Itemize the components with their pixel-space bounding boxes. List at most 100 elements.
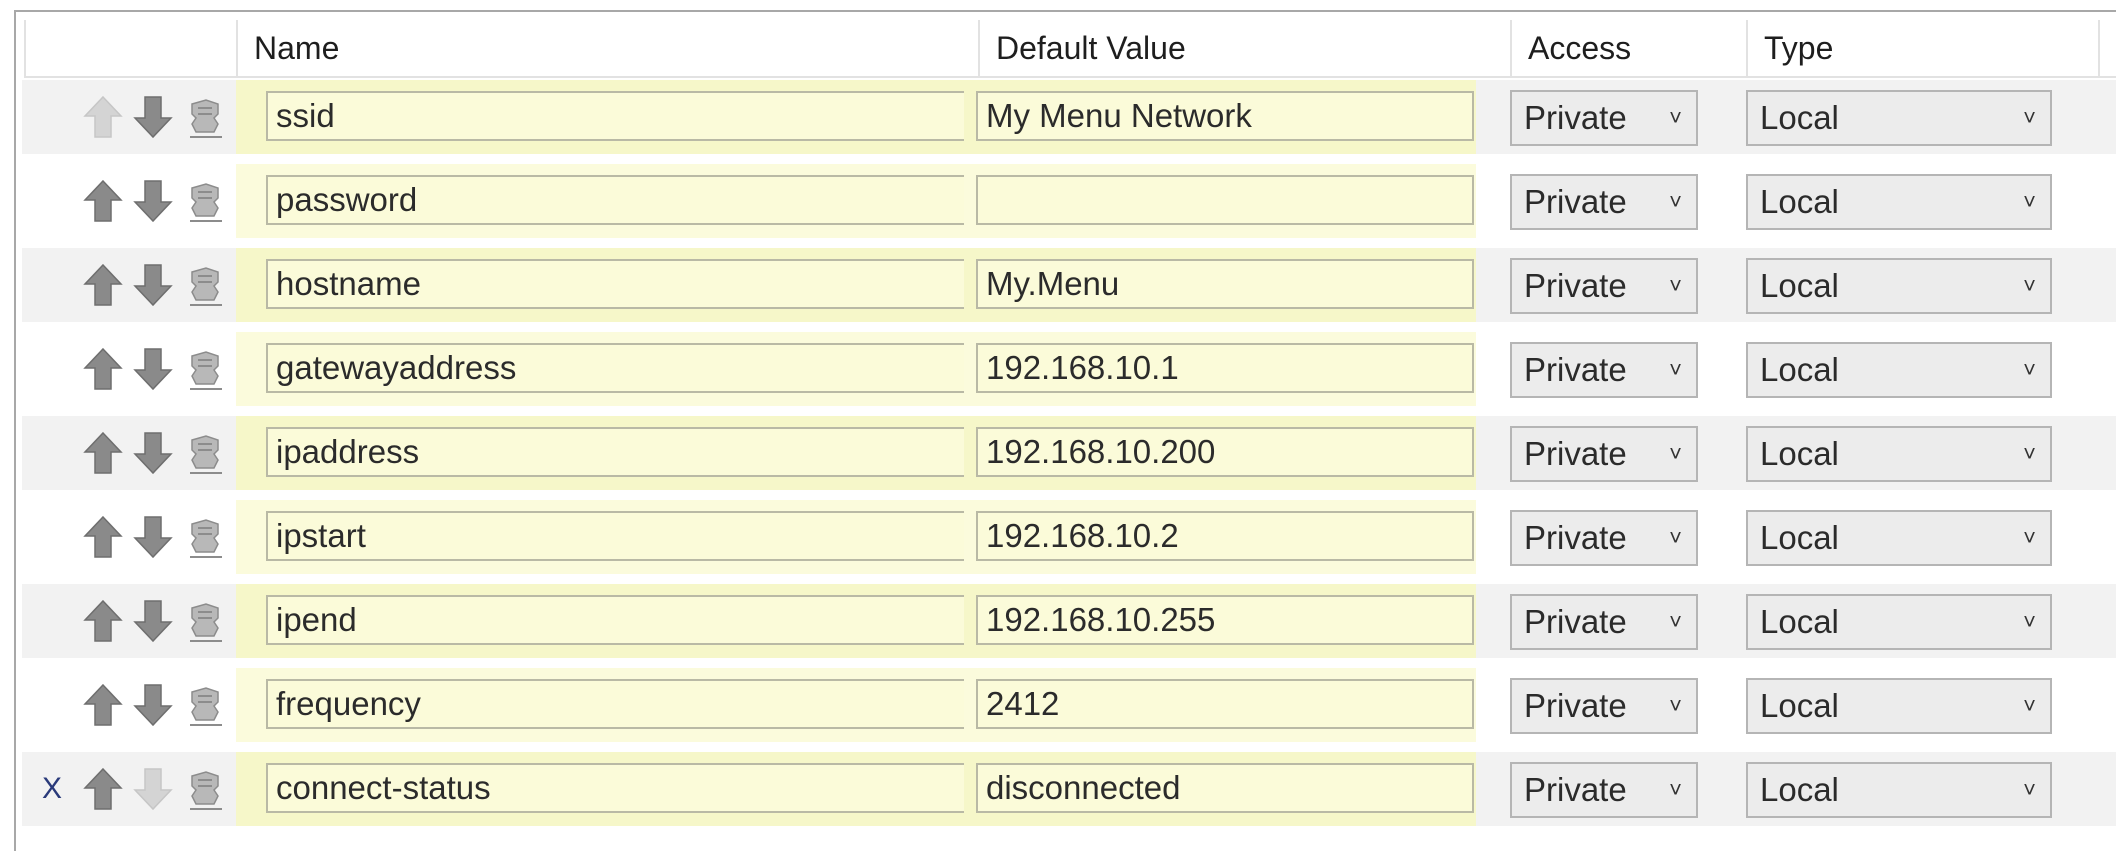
name-input[interactable]: ipend [266,595,964,645]
table-row: Xconnect-status disconnected Private ˅ Local… [22,752,2116,826]
default-value-input[interactable]: 2412 [976,679,1474,729]
type-select[interactable]: Local ˅ [1746,678,2052,734]
arrow-down-icon[interactable] [132,766,174,812]
remove-item-icon[interactable] [184,598,226,644]
chevron-down-icon: ˅ [2023,273,2036,298]
default-value-input[interactable]: 192.168.10.2 [976,511,1474,561]
table-header: Name Default Value Access Type [24,20,2116,78]
arrow-up-icon[interactable] [82,430,124,476]
arrow-up-icon[interactable] [82,178,124,224]
chevron-down-icon: ˅ [2023,441,2036,466]
chevron-down-icon: ˅ [1669,777,1682,802]
table-row: ssid My Menu Network Private ˅ Local ˅ [22,80,2116,154]
access-select-value: Private [1524,687,1627,724]
arrow-up-icon[interactable] [82,94,124,140]
chevron-down-icon: ˅ [1669,189,1682,214]
chevron-down-icon: ˅ [1669,273,1682,298]
type-select[interactable]: Local ˅ [1746,258,2052,314]
table-row: password Private ˅ Local ˅ [22,164,2116,238]
arrow-up-icon[interactable] [82,598,124,644]
arrow-up-icon[interactable] [82,766,124,812]
type-select[interactable]: Local ˅ [1746,90,2052,146]
access-select[interactable]: Private ˅ [1510,174,1698,230]
column-header-type[interactable]: Type [1748,20,2098,76]
access-select-value: Private [1524,603,1627,640]
type-select[interactable]: Local ˅ [1746,426,2052,482]
name-input[interactable]: ssid [266,91,964,141]
arrow-down-icon[interactable] [132,346,174,392]
default-value-input[interactable]: My Menu Network [976,91,1474,141]
name-input[interactable]: ipaddress [266,427,964,477]
access-select[interactable]: Private ˅ [1510,762,1698,818]
name-input[interactable]: gatewayaddress [266,343,964,393]
name-input[interactable]: hostname [266,259,964,309]
remove-item-icon[interactable] [184,346,226,392]
access-select-value: Private [1524,771,1627,808]
type-select-value: Local [1760,183,1839,220]
default-value-input[interactable]: 192.168.10.255 [976,595,1474,645]
table-row: ipaddress 192.168.10.200 Private ˅ Local ˅ [22,416,2116,490]
access-select[interactable]: Private ˅ [1510,594,1698,650]
name-input[interactable]: connect-status [266,763,964,813]
access-select-value: Private [1524,99,1627,136]
remove-item-icon[interactable] [184,262,226,308]
type-select[interactable]: Local ˅ [1746,762,2052,818]
arrow-up-icon[interactable] [82,682,124,728]
type-select-value: Local [1760,771,1839,808]
type-select[interactable]: Local ˅ [1746,342,2052,398]
header-separator [24,20,26,76]
remove-item-icon[interactable] [184,94,226,140]
access-select-value: Private [1524,351,1627,388]
arrow-down-icon[interactable] [132,514,174,560]
remove-item-icon[interactable] [184,430,226,476]
variables-editor: Name Default Value Access Type ssid My Me… [0,0,2116,851]
chevron-down-icon: ˅ [1669,525,1682,550]
arrow-up-icon[interactable] [82,346,124,392]
type-select[interactable]: Local ˅ [1746,594,2052,650]
type-select[interactable]: Local ˅ [1746,174,2052,230]
access-select-value: Private [1524,519,1627,556]
name-input[interactable]: password [266,175,964,225]
arrow-down-icon[interactable] [132,430,174,476]
remove-item-icon[interactable] [184,682,226,728]
access-select-value: Private [1524,183,1627,220]
arrow-up-icon[interactable] [82,262,124,308]
default-value-input[interactable]: 192.168.10.1 [976,343,1474,393]
arrow-down-icon[interactable] [132,598,174,644]
type-select-value: Local [1760,687,1839,724]
access-select[interactable]: Private ˅ [1510,342,1698,398]
access-select-value: Private [1524,267,1627,304]
chevron-down-icon: ˅ [2023,525,2036,550]
arrow-up-icon[interactable] [82,514,124,560]
access-select[interactable]: Private ˅ [1510,510,1698,566]
delete-row-x[interactable]: X [42,766,62,812]
access-select[interactable]: Private ˅ [1510,426,1698,482]
remove-item-icon[interactable] [184,766,226,812]
arrow-down-icon[interactable] [132,262,174,308]
type-select-value: Local [1760,267,1839,304]
arrow-down-icon[interactable] [132,682,174,728]
default-value-input[interactable] [976,175,1474,225]
name-input[interactable]: ipstart [266,511,964,561]
remove-item-icon[interactable] [184,178,226,224]
access-select[interactable]: Private ˅ [1510,90,1698,146]
access-select-value: Private [1524,435,1627,472]
access-select[interactable]: Private ˅ [1510,678,1698,734]
chevron-down-icon: ˅ [2023,609,2036,634]
column-header-default-value[interactable]: Default Value [980,20,1510,76]
header-separator [2098,20,2100,76]
remove-item-icon[interactable] [184,514,226,560]
arrow-down-icon[interactable] [132,94,174,140]
column-header-access[interactable]: Access [1512,20,1746,76]
chevron-down-icon: ˅ [2023,777,2036,802]
name-input[interactable]: frequency [266,679,964,729]
column-header-name[interactable]: Name [238,20,978,76]
access-select[interactable]: Private ˅ [1510,258,1698,314]
default-value-input[interactable]: 192.168.10.200 [976,427,1474,477]
default-value-input[interactable]: disconnected [976,763,1474,813]
type-select[interactable]: Local ˅ [1746,510,2052,566]
default-value-input[interactable]: My.Menu [976,259,1474,309]
type-select-value: Local [1760,603,1839,640]
arrow-down-icon[interactable] [132,178,174,224]
chevron-down-icon: ˅ [1669,105,1682,130]
